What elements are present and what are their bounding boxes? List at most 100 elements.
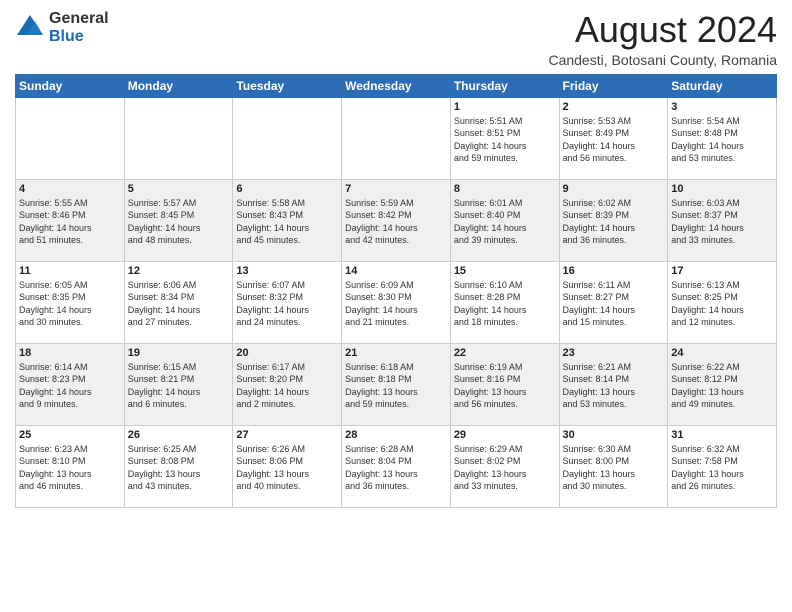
day-info: Sunrise: 5:51 AMSunset: 8:51 PMDaylight:… — [454, 115, 556, 165]
calendar-week-row: 1Sunrise: 5:51 AMSunset: 8:51 PMDaylight… — [16, 97, 777, 179]
day-number: 2 — [563, 101, 665, 113]
day-number: 26 — [128, 429, 230, 441]
month-title: August 2024 — [548, 10, 777, 50]
calendar-cell: 13Sunrise: 6:07 AMSunset: 8:32 PMDayligh… — [233, 261, 342, 343]
calendar-header-row: SundayMondayTuesdayWednesdayThursdayFrid… — [16, 74, 777, 97]
day-number: 20 — [236, 347, 338, 359]
day-info: Sunrise: 6:21 AMSunset: 8:14 PMDaylight:… — [563, 361, 665, 411]
day-number: 3 — [671, 101, 773, 113]
calendar-cell: 10Sunrise: 6:03 AMSunset: 8:37 PMDayligh… — [668, 179, 777, 261]
calendar-cell: 19Sunrise: 6:15 AMSunset: 8:21 PMDayligh… — [124, 343, 233, 425]
calendar-cell: 31Sunrise: 6:32 AMSunset: 7:58 PMDayligh… — [668, 425, 777, 507]
day-number: 28 — [345, 429, 447, 441]
day-info: Sunrise: 6:02 AMSunset: 8:39 PMDaylight:… — [563, 197, 665, 247]
day-number: 8 — [454, 183, 556, 195]
calendar-cell: 28 Sunrise: 6:28 AMSunset: 8:04 PMDayligh… — [342, 425, 451, 507]
calendar-cell: 20 Sunrise: 6:17 AMSunset: 8:20 PMDayligh… — [233, 343, 342, 425]
logo-icon — [15, 13, 45, 43]
day-info: Sunrise: 5:54 AMSunset: 8:48 PMDaylight:… — [671, 115, 773, 165]
day-info: Sunrise: 6:30 AMSunset: 8:00 PMDaylight:… — [563, 443, 665, 493]
day-info: Sunrise: 6:03 AMSunset: 8:37 PMDaylight:… — [671, 197, 773, 247]
day-number: 4 — [19, 183, 121, 195]
day-number: 5 — [128, 183, 230, 195]
day-number: 7 — [345, 183, 447, 195]
calendar-cell: 2 Sunrise: 5:53 AMSunset: 8:49 PMDaylight… — [559, 97, 668, 179]
day-info: Sunrise: 6:29 AMSunset: 8:02 PMDaylight:… — [454, 443, 556, 493]
calendar-cell: 1Sunrise: 5:51 AMSunset: 8:51 PMDaylight… — [450, 97, 559, 179]
calendar-cell: 16 Sunrise: 6:11 AMSunset: 8:27 PMDayligh… — [559, 261, 668, 343]
day-info: Sunrise: 6:22 AMSunset: 8:12 PMDaylight:… — [671, 361, 773, 411]
calendar-week-row: 11 Sunrise: 6:05 AMSunset: 8:35 PMDayligh… — [16, 261, 777, 343]
calendar-table: SundayMondayTuesdayWednesdayThursdayFrid… — [15, 74, 777, 508]
calendar-cell: 18Sunrise: 6:14 AMSunset: 8:23 PMDayligh… — [16, 343, 125, 425]
day-info: Sunrise: 6:17 AMSunset: 8:20 PMDaylight:… — [236, 361, 338, 411]
day-number: 6 — [236, 183, 338, 195]
day-info: Sunrise: 6:05 AMSunset: 8:35 PMDaylight:… — [19, 279, 121, 329]
calendar-cell: 5 Sunrise: 5:57 AMSunset: 8:45 PMDaylight… — [124, 179, 233, 261]
calendar-cell — [233, 97, 342, 179]
day-number: 31 — [671, 429, 773, 441]
weekday-header: Wednesday — [342, 74, 451, 97]
day-number: 14 — [345, 265, 447, 277]
page: General Blue August 2024 Candesti, Botos… — [0, 0, 792, 612]
title-area: August 2024 Candesti, Botosani County, R… — [548, 10, 777, 68]
weekday-header: Saturday — [668, 74, 777, 97]
calendar-cell: 12 Sunrise: 6:06 AMSunset: 8:34 PMDayligh… — [124, 261, 233, 343]
calendar-cell: 23 Sunrise: 6:21 AMSunset: 8:14 PMDayligh… — [559, 343, 668, 425]
calendar-cell: 14 Sunrise: 6:09 AMSunset: 8:30 PMDayligh… — [342, 261, 451, 343]
day-info: Sunrise: 6:26 AMSunset: 8:06 PMDaylight:… — [236, 443, 338, 493]
day-info: Sunrise: 6:23 AMSunset: 8:10 PMDaylight:… — [19, 443, 121, 493]
day-info: Sunrise: 5:57 AMSunset: 8:45 PMDaylight:… — [128, 197, 230, 247]
logo: General Blue — [15, 10, 109, 45]
calendar-week-row: 4 Sunrise: 5:55 AMSunset: 8:46 PMDaylight… — [16, 179, 777, 261]
calendar-cell: 4 Sunrise: 5:55 AMSunset: 8:46 PMDaylight… — [16, 179, 125, 261]
calendar-cell: 24Sunrise: 6:22 AMSunset: 8:12 PMDayligh… — [668, 343, 777, 425]
day-number: 11 — [19, 265, 121, 277]
day-info: Sunrise: 6:06 AMSunset: 8:34 PMDaylight:… — [128, 279, 230, 329]
calendar-week-row: 25 Sunrise: 6:23 AMSunset: 8:10 PMDayligh… — [16, 425, 777, 507]
weekday-header: Thursday — [450, 74, 559, 97]
calendar-cell: 27Sunrise: 6:26 AMSunset: 8:06 PMDayligh… — [233, 425, 342, 507]
day-info: Sunrise: 6:28 AMSunset: 8:04 PMDaylight:… — [345, 443, 447, 493]
day-number: 22 — [454, 347, 556, 359]
calendar-cell: 7 Sunrise: 5:59 AMSunset: 8:42 PMDaylight… — [342, 179, 451, 261]
calendar-cell: 30 Sunrise: 6:30 AMSunset: 8:00 PMDayligh… — [559, 425, 668, 507]
day-info: Sunrise: 6:25 AMSunset: 8:08 PMDaylight:… — [128, 443, 230, 493]
day-number: 23 — [563, 347, 665, 359]
day-number: 25 — [19, 429, 121, 441]
day-number: 30 — [563, 429, 665, 441]
calendar-cell — [124, 97, 233, 179]
calendar-cell: 22Sunrise: 6:19 AMSunset: 8:16 PMDayligh… — [450, 343, 559, 425]
day-number: 17 — [671, 265, 773, 277]
day-info: Sunrise: 5:53 AMSunset: 8:49 PMDaylight:… — [563, 115, 665, 165]
weekday-header: Sunday — [16, 74, 125, 97]
calendar-cell — [16, 97, 125, 179]
day-info: Sunrise: 5:59 AMSunset: 8:42 PMDaylight:… — [345, 197, 447, 247]
header: General Blue August 2024 Candesti, Botos… — [15, 10, 777, 68]
day-number: 16 — [563, 265, 665, 277]
day-info: Sunrise: 6:11 AMSunset: 8:27 PMDaylight:… — [563, 279, 665, 329]
calendar-cell: 26 Sunrise: 6:25 AMSunset: 8:08 PMDayligh… — [124, 425, 233, 507]
day-number: 12 — [128, 265, 230, 277]
calendar-cell: 25 Sunrise: 6:23 AMSunset: 8:10 PMDayligh… — [16, 425, 125, 507]
calendar-cell: 3 Sunrise: 5:54 AMSunset: 8:48 PMDaylight… — [668, 97, 777, 179]
day-info: Sunrise: 6:18 AMSunset: 8:18 PMDaylight:… — [345, 361, 447, 411]
location-subtitle: Candesti, Botosani County, Romania — [548, 52, 777, 68]
logo-text: General Blue — [49, 10, 109, 45]
day-info: Sunrise: 5:58 AMSunset: 8:43 PMDaylight:… — [236, 197, 338, 247]
calendar-cell: 9Sunrise: 6:02 AMSunset: 8:39 PMDaylight… — [559, 179, 668, 261]
day-info: Sunrise: 6:07 AMSunset: 8:32 PMDaylight:… — [236, 279, 338, 329]
day-info: Sunrise: 6:01 AMSunset: 8:40 PMDaylight:… — [454, 197, 556, 247]
day-number: 15 — [454, 265, 556, 277]
weekday-header: Tuesday — [233, 74, 342, 97]
calendar-cell: 21Sunrise: 6:18 AMSunset: 8:18 PMDayligh… — [342, 343, 451, 425]
day-info: Sunrise: 6:09 AMSunset: 8:30 PMDaylight:… — [345, 279, 447, 329]
calendar-week-row: 18Sunrise: 6:14 AMSunset: 8:23 PMDayligh… — [16, 343, 777, 425]
day-number: 18 — [19, 347, 121, 359]
calendar-cell — [342, 97, 451, 179]
calendar-cell: 17Sunrise: 6:13 AMSunset: 8:25 PMDayligh… — [668, 261, 777, 343]
logo-general: General — [49, 10, 109, 28]
day-info: Sunrise: 5:55 AMSunset: 8:46 PMDaylight:… — [19, 197, 121, 247]
logo-blue: Blue — [49, 28, 109, 46]
weekday-header: Monday — [124, 74, 233, 97]
